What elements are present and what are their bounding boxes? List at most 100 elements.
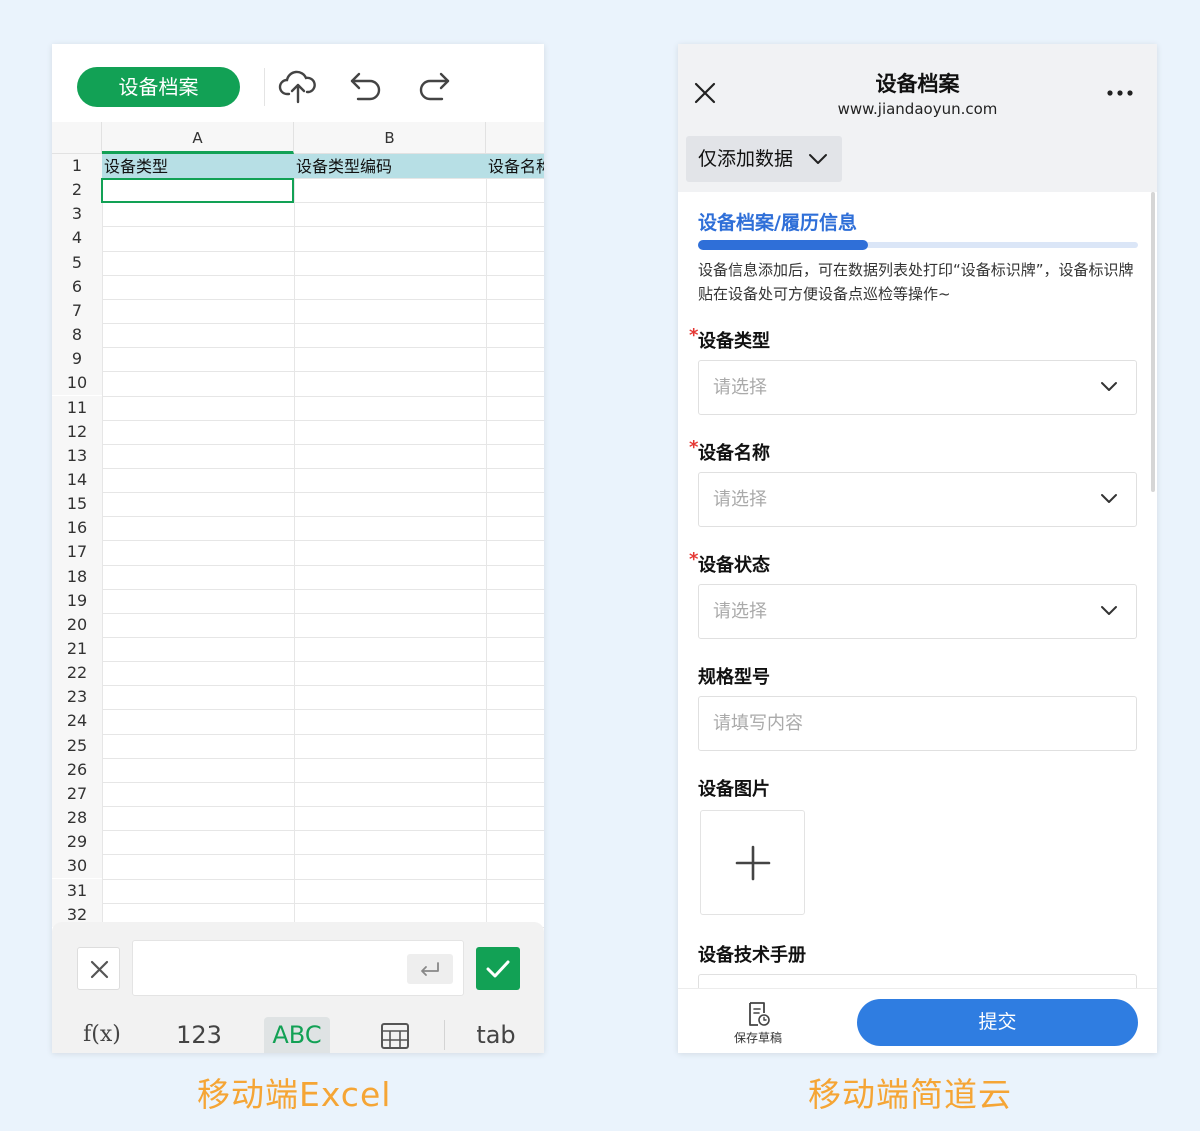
scrollbar[interactable] xyxy=(1151,192,1155,492)
row-number[interactable]: 9 xyxy=(52,347,102,372)
row-number[interactable]: 29 xyxy=(52,830,102,855)
row-number[interactable]: 25 xyxy=(52,733,102,758)
row-number[interactable]: 2 xyxy=(52,178,102,203)
row-number[interactable]: 15 xyxy=(52,492,102,517)
device-name-placeholder: 请选择 xyxy=(713,489,767,510)
row-number[interactable]: 12 xyxy=(52,419,102,444)
row-number[interactable]: 28 xyxy=(52,806,102,831)
table-insert-icon[interactable] xyxy=(380,1022,410,1050)
row-number[interactable]: 6 xyxy=(52,274,102,299)
row-number[interactable]: 14 xyxy=(52,467,102,493)
confirm-edit-button[interactable] xyxy=(476,947,520,990)
row-number[interactable]: 18 xyxy=(52,564,102,589)
form-body[interactable]: 设备档案/履历信息 设备信息添加后，可在数据列表处打印“设备标识牌”，设备标识牌… xyxy=(678,192,1157,994)
undo-icon[interactable] xyxy=(346,66,386,106)
row-number[interactable]: 3 xyxy=(52,202,102,227)
row-gridline xyxy=(102,661,544,663)
fx-tab[interactable]: f(x) xyxy=(72,1017,132,1053)
cloud-upload-icon[interactable] xyxy=(278,66,318,106)
caption-left: 移动端Excel xyxy=(197,1075,392,1114)
row-gridline xyxy=(102,443,544,445)
row-gridline xyxy=(102,516,544,518)
row-number[interactable]: 17 xyxy=(52,540,102,565)
cell-b1[interactable]: 设备类型编码 xyxy=(294,154,486,178)
alpha-tab[interactable]: ABC xyxy=(264,1017,330,1053)
return-icon xyxy=(421,962,439,976)
row-number[interactable]: 4 xyxy=(52,226,102,251)
spec-model-placeholder: 请填写内容 xyxy=(713,713,803,734)
page-url: www.jiandaoyun.com xyxy=(837,100,998,118)
add-only-label: 仅添加数据 xyxy=(698,148,794,170)
row-number[interactable]: 19 xyxy=(52,588,102,613)
image-upload-button[interactable] xyxy=(700,810,805,915)
column-gridline xyxy=(294,154,295,922)
field-label-tech-manual: 设备技术手册 xyxy=(698,945,806,966)
row-gridline xyxy=(102,298,544,300)
column-header-b[interactable]: B xyxy=(294,122,486,154)
device-type-select[interactable]: 请选择 xyxy=(698,360,1137,415)
row-number[interactable]: 11 xyxy=(52,395,102,420)
redo-icon[interactable] xyxy=(414,66,454,106)
save-draft-label[interactable]: 保存草稿 xyxy=(718,1029,798,1046)
required-mark: * xyxy=(689,325,699,346)
chevron-down-icon xyxy=(1101,382,1117,391)
formula-input[interactable] xyxy=(132,940,464,996)
row-number[interactable]: 7 xyxy=(52,298,102,324)
cell-a1[interactable]: 设备类型 xyxy=(102,154,294,178)
sheet-title-button[interactable]: 设备档案 xyxy=(77,67,240,107)
save-draft-icon[interactable] xyxy=(746,1001,770,1027)
row-gridline xyxy=(102,685,544,687)
row-number[interactable]: 30 xyxy=(52,854,102,879)
row-number[interactable]: 5 xyxy=(52,250,102,275)
tab-key[interactable]: tab xyxy=(466,1017,526,1053)
submit-button[interactable]: 提交 xyxy=(857,999,1138,1046)
selected-cell-a2[interactable] xyxy=(101,178,294,203)
numeric-tab[interactable]: 123 xyxy=(166,1017,232,1053)
more-icon[interactable] xyxy=(1106,88,1134,98)
device-type-placeholder: 请选择 xyxy=(713,377,767,398)
device-status-select[interactable]: 请选择 xyxy=(698,584,1137,639)
cancel-edit-button[interactable] xyxy=(77,947,120,990)
row-number[interactable]: 22 xyxy=(52,661,102,686)
row-number[interactable]: 26 xyxy=(52,757,102,782)
field-label-device-type: 设备类型 xyxy=(698,331,770,352)
row-gridline xyxy=(102,492,544,494)
row-gridline xyxy=(102,854,544,856)
row-number[interactable]: 10 xyxy=(52,371,102,396)
column-header-c[interactable] xyxy=(486,122,544,154)
row-number[interactable]: 16 xyxy=(52,516,102,541)
row-number[interactable]: 21 xyxy=(52,637,102,662)
column-gridline xyxy=(102,154,103,922)
row-gridline xyxy=(102,612,544,614)
grid-corner[interactable] xyxy=(52,122,102,154)
row-number[interactable]: 31 xyxy=(52,878,102,903)
row-gridline xyxy=(102,757,544,759)
row-number[interactable]: 20 xyxy=(52,612,102,637)
device-status-placeholder: 请选择 xyxy=(713,601,767,622)
row-number[interactable]: 8 xyxy=(52,323,102,348)
keyboard-divider xyxy=(444,1020,445,1050)
bottom-action-bar: 保存草稿 提交 xyxy=(678,988,1157,1053)
close-icon xyxy=(90,960,109,979)
toolbar-divider xyxy=(264,68,265,106)
enter-key-button[interactable] xyxy=(407,954,453,984)
add-only-dropdown[interactable]: 仅添加数据 xyxy=(686,136,842,182)
excel-toolbar: 设备档案 xyxy=(52,44,544,122)
field-label-device-image: 设备图片 xyxy=(698,779,770,800)
column-header-a[interactable]: A xyxy=(102,122,294,154)
caption-right: 移动端简道云 xyxy=(808,1075,1012,1114)
row-number[interactable]: 1 xyxy=(52,154,102,179)
cell-c1[interactable]: 设备名称 xyxy=(486,154,544,178)
row-gridline xyxy=(102,733,544,735)
spec-model-input[interactable]: 请填写内容 xyxy=(698,696,1137,751)
chevron-down-icon xyxy=(1101,494,1117,503)
row-number[interactable]: 27 xyxy=(52,781,102,807)
section-title: 设备档案/履历信息 xyxy=(698,212,857,234)
row-gridline xyxy=(102,878,544,880)
required-mark: * xyxy=(689,437,699,458)
device-name-select[interactable]: 请选择 xyxy=(698,472,1137,527)
row-number[interactable]: 23 xyxy=(52,685,102,710)
row-number[interactable]: 24 xyxy=(52,709,102,734)
row-number[interactable]: 13 xyxy=(52,443,102,468)
row-gridline xyxy=(102,806,544,808)
